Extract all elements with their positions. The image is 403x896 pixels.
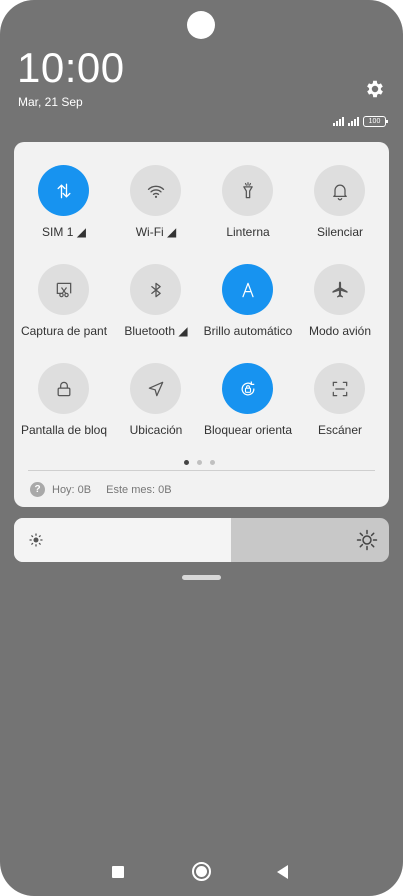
bell-icon	[314, 165, 365, 216]
clock[interactable]: 10:00	[17, 44, 125, 92]
tile-label: Modo avión	[308, 324, 372, 338]
brightness-slider[interactable]	[14, 518, 389, 562]
help-icon: ?	[30, 482, 45, 497]
tile-label: Bloquear orienta	[203, 423, 293, 437]
tile-label: Bluetooth ◢	[124, 324, 188, 338]
usage-month: Este mes: 0B	[106, 483, 172, 496]
brightness-low-icon	[28, 532, 44, 548]
page-dot	[197, 460, 202, 465]
date[interactable]: Mar, 21 Sep	[18, 95, 83, 109]
tile-location[interactable]: Ubicación	[111, 363, 201, 453]
page-indicator[interactable]	[184, 460, 215, 465]
status-icons: 100	[333, 114, 388, 128]
data-usage[interactable]: ? Hoy: 0B Este mes: 0B	[30, 482, 172, 497]
front-camera	[187, 11, 215, 39]
tile-label: Escáner	[317, 423, 363, 437]
tile-label: Pantalla de bloq	[20, 423, 108, 437]
airplane-icon	[314, 264, 365, 315]
tile-label: Brillo automático	[203, 324, 293, 338]
tile-bluetooth[interactable]: Bluetooth ◢	[111, 264, 201, 354]
bluetooth-icon	[130, 264, 181, 315]
divider	[28, 470, 375, 471]
scanner-icon	[314, 363, 365, 414]
quick-settings-grid: SIM 1 ◢ Wi-Fi ◢ Linterna Silenciar Captu…	[14, 165, 389, 462]
page-dot	[210, 460, 215, 465]
tile-screenshot[interactable]: Captura de pant	[19, 264, 109, 354]
tile-row: Captura de pant Bluetooth ◢ Brillo autom…	[14, 264, 389, 363]
phone-screen: 10:00 Mar, 21 Sep 100 SIM 1 ◢ Wi-Fi ◢ Li…	[0, 0, 403, 896]
flashlight-icon	[222, 165, 273, 216]
data-transfer-icon	[38, 165, 89, 216]
tile-label: Ubicación	[129, 423, 183, 437]
tile-row: SIM 1 ◢ Wi-Fi ◢ Linterna Silenciar	[14, 165, 389, 264]
location-icon	[130, 363, 181, 414]
tile-label: SIM 1 ◢	[42, 225, 86, 239]
tile-label: Wi-Fi ◢	[135, 225, 177, 239]
battery-icon: 100	[363, 115, 388, 127]
rotation-lock-icon	[222, 363, 273, 414]
recents-button[interactable]	[112, 866, 124, 878]
brightness-high-icon	[356, 529, 378, 551]
quick-settings-panel: SIM 1 ◢ Wi-Fi ◢ Linterna Silenciar Captu…	[14, 142, 389, 507]
tile-mobile-data[interactable]: SIM 1 ◢	[19, 165, 109, 255]
usage-today: Hoy: 0B	[52, 483, 92, 496]
panel-drag-handle[interactable]	[182, 575, 221, 580]
settings-gear-icon[interactable]	[364, 78, 386, 100]
tile-label: Silenciar	[316, 225, 364, 239]
tile-rotation-lock[interactable]: Bloquear orienta	[203, 363, 293, 453]
tile-label: Captura de pant	[20, 324, 108, 338]
brightness-fill	[14, 518, 231, 562]
signal-sim1-icon	[333, 116, 344, 126]
tile-label: Linterna	[226, 225, 270, 239]
auto-brightness-icon	[222, 264, 273, 315]
navigation-bar	[0, 860, 403, 884]
tile-silent[interactable]: Silenciar	[295, 165, 385, 255]
screenshot-icon	[38, 264, 89, 315]
signal-sim2-icon	[348, 116, 359, 126]
tile-scanner[interactable]: Escáner	[295, 363, 385, 453]
wifi-icon	[130, 165, 181, 216]
tile-lock-screen[interactable]: Pantalla de bloq	[19, 363, 109, 453]
lock-icon	[38, 363, 89, 414]
page-dot-active	[184, 460, 189, 465]
tile-wifi[interactable]: Wi-Fi ◢	[111, 165, 201, 255]
back-button[interactable]	[277, 865, 288, 879]
home-button[interactable]	[192, 862, 211, 881]
tile-airplane-mode[interactable]: Modo avión	[295, 264, 385, 354]
tile-flashlight[interactable]: Linterna	[203, 165, 293, 255]
tile-row: Pantalla de bloq Ubicación Bloquear orie…	[14, 363, 389, 462]
tile-auto-brightness[interactable]: Brillo automático	[203, 264, 293, 354]
